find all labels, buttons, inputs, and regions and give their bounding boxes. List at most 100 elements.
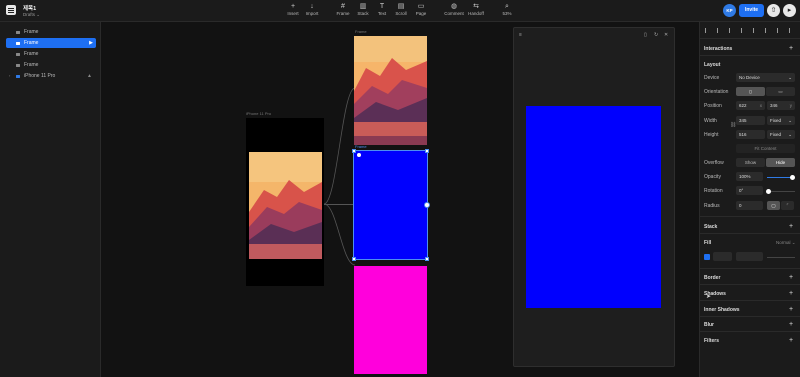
device-icon[interactable]: ▯ <box>644 32 647 38</box>
opacity-slider-knob[interactable] <box>790 175 795 180</box>
landscape-image <box>354 36 427 145</box>
opacity-slider[interactable] <box>767 177 792 178</box>
height-label: Height <box>704 132 719 138</box>
layer-item-iphone[interactable]: › iPhone 11 Pro ▲ <box>6 71 96 81</box>
layer-item[interactable]: Frame <box>6 27 96 37</box>
frame-icon <box>16 52 20 56</box>
frame-anchor[interactable] <box>357 153 361 157</box>
add-border-icon[interactable]: + <box>789 274 793 281</box>
add-stack-icon[interactable]: + <box>789 223 793 230</box>
play-icon[interactable]: ▶ <box>89 38 93 48</box>
divider <box>699 300 800 301</box>
align-center-icon[interactable] <box>717 28 722 33</box>
upload-icon[interactable]: ⇧ <box>767 4 780 17</box>
divider <box>699 38 800 39</box>
resize-handle[interactable] <box>352 149 356 153</box>
rotation-slider[interactable] <box>767 191 795 192</box>
chevron-right-icon[interactable]: › <box>9 71 10 81</box>
distribute-vertical-icon[interactable] <box>789 28 794 33</box>
blue-frame-selected[interactable] <box>352 149 430 261</box>
close-icon[interactable]: ✕ <box>664 32 668 38</box>
iphone-frame-label[interactable]: iPhone 11 Pro <box>246 111 271 116</box>
orientation-landscape-button[interactable]: ▭ <box>766 87 795 96</box>
radius-individual-icon: ⌜ <box>786 203 789 208</box>
stack-section[interactable]: Stack <box>704 224 717 230</box>
rotation-slider-knob[interactable] <box>766 189 771 194</box>
align-top-icon[interactable] <box>741 28 746 33</box>
width-input[interactable]: 345 <box>736 116 765 125</box>
add-inner-shadow-icon[interactable]: + <box>789 306 793 313</box>
resize-handle[interactable] <box>425 257 429 261</box>
preview-blue-frame <box>526 106 661 308</box>
invite-button[interactable]: Invite <box>739 4 764 17</box>
add-interaction-icon[interactable]: + <box>789 45 793 52</box>
layer-item[interactable]: Frame <box>6 60 96 70</box>
import-button[interactable]: ↓ Import <box>301 3 323 16</box>
add-blur-icon[interactable]: + <box>789 321 793 328</box>
opacity-input[interactable]: 100% <box>736 172 763 181</box>
iphone-frame[interactable] <box>246 118 324 286</box>
radius-individual-button[interactable]: ⌜ <box>781 201 794 210</box>
scroll-button[interactable]: ▤ Scroll <box>390 3 412 16</box>
blur-section[interactable]: Blur <box>704 322 714 328</box>
radius-input[interactable]: 0 <box>736 201 763 210</box>
position-y-input[interactable]: 346 y <box>767 101 795 110</box>
orientation-label: Orientation <box>704 89 729 95</box>
fill-opacity-slider[interactable] <box>767 257 795 258</box>
chevron-down-icon: ⌄ <box>788 118 792 123</box>
link-dimensions-icon[interactable]: ⛓ <box>730 122 736 128</box>
overflow-hide-button[interactable]: Hide <box>766 158 795 167</box>
device-select[interactable]: No Device ⌄ <box>736 73 795 82</box>
avatar[interactable]: KP <box>723 4 736 17</box>
comment-button[interactable]: ◍ Comment <box>443 3 465 16</box>
add-filter-icon[interactable]: + <box>789 337 793 344</box>
height-input[interactable]: 516 <box>736 130 765 139</box>
add-shadow-icon[interactable]: + <box>789 290 793 297</box>
height-mode-select[interactable]: Fixed ⌄ <box>767 130 795 139</box>
project-name[interactable]: 제목1 <box>23 4 36 12</box>
lock-icon[interactable]: ▲ <box>87 71 92 81</box>
frame-button[interactable]: # Frame <box>332 3 354 16</box>
resize-handle[interactable] <box>425 149 429 153</box>
selected-frame-label[interactable]: Frame <box>355 144 367 149</box>
fit-content-button[interactable]: Fit Content <box>736 144 795 153</box>
position-x-input[interactable]: 622 x <box>736 101 765 110</box>
play-icon[interactable]: ▸ <box>783 4 796 17</box>
handoff-button[interactable]: ⇆ Handoff <box>465 3 487 16</box>
layout-section: Layout <box>704 62 721 68</box>
overflow-show-button[interactable]: Show <box>736 158 765 167</box>
link-handle[interactable] <box>424 202 430 208</box>
refresh-icon[interactable]: ↻ <box>654 32 658 38</box>
project-location[interactable]: Drafts ⌄ <box>23 12 40 18</box>
fill-hex-input[interactable] <box>736 252 763 261</box>
layer-item[interactable]: Frame <box>6 49 96 59</box>
border-section[interactable]: Border <box>704 275 720 281</box>
image-frame[interactable] <box>354 36 427 145</box>
layer-item-selected[interactable]: Frame ▶ <box>6 38 96 48</box>
orientation-portrait-button[interactable]: ▯ <box>736 87 765 96</box>
distribute-horizontal-icon[interactable] <box>777 28 782 33</box>
interactions-section[interactable]: Interactions <box>704 46 732 52</box>
align-bottom-icon[interactable] <box>765 28 770 33</box>
radius-uniform-button[interactable]: ▢ <box>767 201 780 210</box>
menu-icon[interactable]: ≡ <box>519 32 522 38</box>
filters-section[interactable]: Filters <box>704 338 719 344</box>
menu-icon[interactable] <box>6 5 16 15</box>
fill-color-swatch[interactable] <box>713 252 732 261</box>
inner-shadows-section[interactable]: Inner Shadows <box>704 307 740 313</box>
fill-enabled-checkbox[interactable] <box>704 254 710 260</box>
zoom-control[interactable]: ⌕ 53% <box>496 3 518 16</box>
width-mode-select[interactable]: Fixed ⌄ <box>767 116 795 125</box>
align-right-icon[interactable] <box>729 28 734 33</box>
fill-blend-mode[interactable]: Normal ⌄ <box>776 240 796 246</box>
layers-panel: Frame Frame ▶ Frame Frame › iPhone 11 Pro ▲ <box>0 22 101 377</box>
radius-uniform-icon: ▢ <box>771 203 776 208</box>
frame-label[interactable]: Frame <box>355 29 367 34</box>
frame-icon <box>16 41 20 45</box>
magenta-frame[interactable] <box>354 266 427 374</box>
page-button[interactable]: ▭ Page <box>410 3 432 16</box>
rotation-input[interactable]: 0° <box>736 186 763 195</box>
resize-handle[interactable] <box>352 257 356 261</box>
align-middle-icon[interactable] <box>753 28 758 33</box>
align-left-icon[interactable] <box>705 28 710 33</box>
